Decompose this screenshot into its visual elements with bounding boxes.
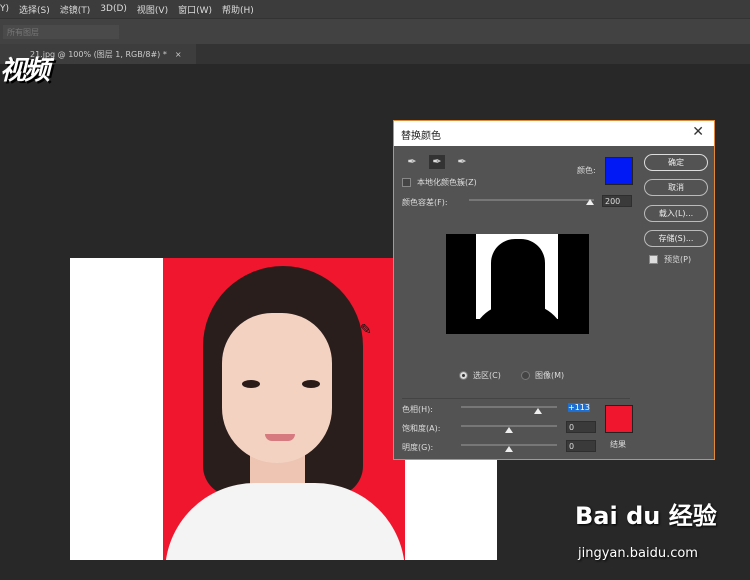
menu-select[interactable]: 选择(S) — [19, 3, 50, 16]
saturation-thumb[interactable] — [505, 427, 513, 433]
image-radio[interactable] — [521, 371, 530, 380]
cancel-button[interactable]: 取消 — [644, 179, 708, 196]
hue-label: 色相(H): — [402, 405, 433, 414]
load-button[interactable]: 载入(L)... — [644, 205, 708, 222]
replace-color-dialog: 替换颜色 ✕ ✒ ✒ ✒ 本地化颜色簇(Z) 颜色: 颜色容差(F): 200 确… — [393, 120, 715, 460]
hue-value: +113 — [568, 403, 590, 412]
localized-label: 本地化颜色簇(Z) — [417, 178, 477, 187]
color-label: 颜色: — [577, 166, 596, 175]
layer-select[interactable]: 所有图层 — [3, 25, 119, 39]
close-icon[interactable]: ✕ — [692, 124, 704, 140]
menu-filter[interactable]: 滤镜(T) — [60, 3, 91, 16]
eyedropper-cursor-icon: ✎ — [360, 322, 372, 338]
preview-checkbox[interactable] — [649, 255, 658, 264]
result-swatch[interactable] — [605, 405, 633, 433]
eye — [302, 380, 320, 388]
dialog-titlebar: 替换颜色 ✕ — [394, 121, 714, 146]
baidu-logo: Bai du 经验 — [575, 502, 717, 530]
options-bar: 所有图层 — [0, 18, 750, 44]
mouth — [265, 434, 295, 441]
lightness-input[interactable]: 0 — [566, 440, 596, 452]
menu-item[interactable]: Y) — [0, 4, 9, 14]
ok-button[interactable]: 确定 — [644, 154, 708, 171]
hue-thumb[interactable] — [534, 408, 542, 414]
close-tab-icon[interactable]: × — [175, 50, 182, 59]
document-tab-label: 21.jpg @ 100% (图层 1, RGB/8#) * — [30, 50, 167, 59]
menu-help[interactable]: 帮助(H) — [222, 3, 254, 16]
fuzziness-label: 颜色容差(F): — [402, 198, 448, 207]
fuzziness-thumb[interactable] — [586, 199, 594, 205]
tab-bar: 21.jpg @ 100% (图层 1, RGB/8#) * × — [0, 44, 750, 64]
save-button[interactable]: 存储(S)... — [644, 230, 708, 247]
fuzziness-input[interactable]: 200 — [602, 195, 632, 207]
image-radio-label: 图像(M) — [535, 371, 565, 380]
saturation-label: 饱和度(A): — [402, 424, 441, 433]
preview-label: 预览(P) — [664, 255, 692, 264]
selection-radio[interactable] — [459, 371, 468, 380]
lightness-thumb[interactable] — [505, 446, 513, 452]
selection-radio-label: 选区(C) — [473, 371, 501, 380]
eye — [242, 380, 260, 388]
hue-slider[interactable] — [461, 406, 557, 408]
divider — [402, 398, 630, 399]
color-swatch[interactable] — [605, 157, 633, 185]
eyedropper-icon[interactable]: ✒ — [404, 155, 420, 169]
eyedropper-plus-icon[interactable]: ✒ — [429, 155, 445, 169]
fuzziness-slider[interactable] — [469, 199, 594, 201]
localized-checkbox[interactable] — [402, 178, 411, 187]
eyedropper-minus-icon[interactable]: ✒ — [454, 155, 470, 169]
selection-preview — [446, 234, 589, 334]
dialog-title: 替换颜色 — [401, 131, 441, 142]
hue-input[interactable]: +113 — [566, 402, 596, 414]
watermark-url: jingyan.baidu.com — [578, 546, 698, 561]
menu-view[interactable]: 视图(V) — [137, 3, 168, 16]
brand-overlay: 视频 — [0, 56, 50, 86]
menu-window[interactable]: 窗口(W) — [178, 3, 212, 16]
eyedropper-tools: ✒ ✒ ✒ — [404, 155, 470, 169]
lightness-label: 明度(G): — [402, 443, 434, 452]
result-label: 结果 — [610, 440, 626, 449]
menu-bar: Y) 选择(S) 滤镜(T) 3D(D) 视图(V) 窗口(W) 帮助(H) — [0, 0, 750, 18]
saturation-input[interactable]: 0 — [566, 421, 596, 433]
menu-3d[interactable]: 3D(D) — [100, 4, 127, 14]
